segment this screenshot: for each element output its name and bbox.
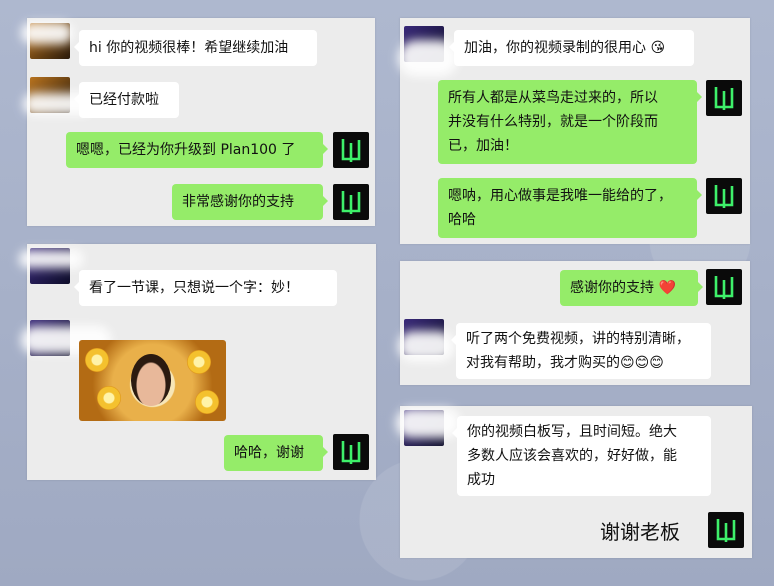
message-line: 对我有帮助，我才购买的😊😊😊 [466, 355, 664, 371]
logo-icon [341, 441, 361, 464]
message-text: 加油，你的视频录制的很用心 [464, 40, 646, 56]
message-bubble: 加油，你的视频录制的很用心 😘 [449, 30, 694, 66]
logo-icon [716, 519, 736, 542]
message-line: 并没有什么特别，就是一个阶段而 [448, 114, 658, 130]
message-bubble: 非常感谢你的支持 [172, 184, 328, 220]
my-avatar [333, 434, 369, 470]
my-avatar [333, 184, 369, 220]
redaction-blur [398, 331, 454, 361]
message-bubble: 听了两个免费视频，讲的特别清晰， 对我有帮助，我才购买的😊😊😊 [451, 323, 711, 379]
chat-panel-2: 加油，你的视频录制的很用心 😘 所有人都是从菜鸟走过来的，所以 并没有什么特别，… [398, 18, 750, 244]
caption-text: 谢谢老板 [600, 520, 680, 544]
face-image [131, 354, 171, 406]
photo-message[interactable] [79, 340, 226, 421]
redaction-blur [21, 22, 73, 44]
message-line: 听了两个免费视频，讲的特别清晰， [466, 331, 690, 347]
message-text: 看了一节课，只想说一个字：妙！ [89, 280, 299, 296]
my-avatar [706, 178, 742, 214]
message-text: hi 你的视频很棒！希望继续加油 [89, 40, 289, 56]
message-bubble: 看了一节课，只想说一个字：妙！ [74, 270, 337, 306]
lemon-slice-image [97, 386, 121, 410]
message-line: 哈哈 [448, 212, 476, 228]
message-line: 成功 [467, 472, 495, 488]
lemon-slice-image [195, 390, 219, 414]
message-bubble: 已经付款啦 [74, 82, 179, 118]
lemon-slice-image [187, 350, 211, 374]
lemon-slice-image [85, 348, 109, 372]
logo-icon [714, 185, 734, 208]
message-bubble: 你的视频白板写，且时间短。绝大 多数人应该会喜欢的，好好做，能 成功 [452, 416, 711, 496]
message-line: 嗯呐，用心做事是我唯一能给的了， [448, 188, 672, 204]
message-bubble: hi 你的视频很棒！希望继续加油 [74, 30, 317, 66]
logo-icon [714, 276, 734, 299]
message-bubble: 嗯呐，用心做事是我唯一能给的了， 哈哈 [438, 178, 702, 238]
message-line: 你的视频白板写，且时间短。绝大 [467, 424, 677, 440]
message-line: 已，加油！ [448, 138, 518, 154]
smile-emoji-icon: 😊😊😊 [620, 355, 664, 371]
message-text: 感谢你的支持 [570, 280, 654, 296]
chat-panel-1: hi 你的视频很棒！希望继续加油 已经付款啦 嗯嗯，已经为你升级到 Plan10… [21, 18, 375, 226]
my-avatar [333, 132, 369, 168]
logo-icon [341, 139, 361, 162]
my-avatar [706, 269, 742, 305]
my-avatar [706, 80, 742, 116]
my-avatar [708, 512, 744, 548]
logo-icon [341, 191, 361, 214]
redaction-blur [396, 408, 460, 438]
message-line: 多数人应该会喜欢的，好好做，能 [467, 448, 677, 464]
message-text: 嗯嗯，已经为你升级到 Plan100 了 [76, 142, 296, 158]
message-bubble: 感谢你的支持 ❤️ [560, 270, 703, 306]
message-text: 已经付款啦 [89, 92, 159, 108]
chat-panel-4: 感谢你的支持 ❤️ 听了两个免费视频，讲的特别清晰， 对我有帮助，我才购买的😊😊… [398, 261, 750, 385]
message-line: 所有人都是从菜鸟走过来的，所以 [448, 90, 658, 106]
logo-icon [714, 87, 734, 110]
message-bubble: 嗯嗯，已经为你升级到 Plan100 了 [66, 132, 328, 168]
heart-emoji-icon: ❤️ [658, 280, 676, 296]
redaction-blur [19, 250, 83, 268]
chat-panel-5: 你的视频白板写，且时间短。绝大 多数人应该会喜欢的，好好做，能 成功 谢谢老板 [396, 406, 752, 558]
message-bubble: 所有人都是从菜鸟走过来的，所以 并没有什么特别，就是一个阶段而 已，加油！ [438, 80, 702, 164]
kiss-emoji-icon: 😘 [650, 40, 666, 56]
message-bubble: 哈哈，谢谢 [224, 435, 328, 471]
chat-panel-3: 看了一节课，只想说一个字：妙！ 哈哈，谢谢 [19, 244, 376, 480]
message-text: 哈哈，谢谢 [234, 445, 304, 461]
message-text: 非常感谢你的支持 [182, 194, 294, 210]
